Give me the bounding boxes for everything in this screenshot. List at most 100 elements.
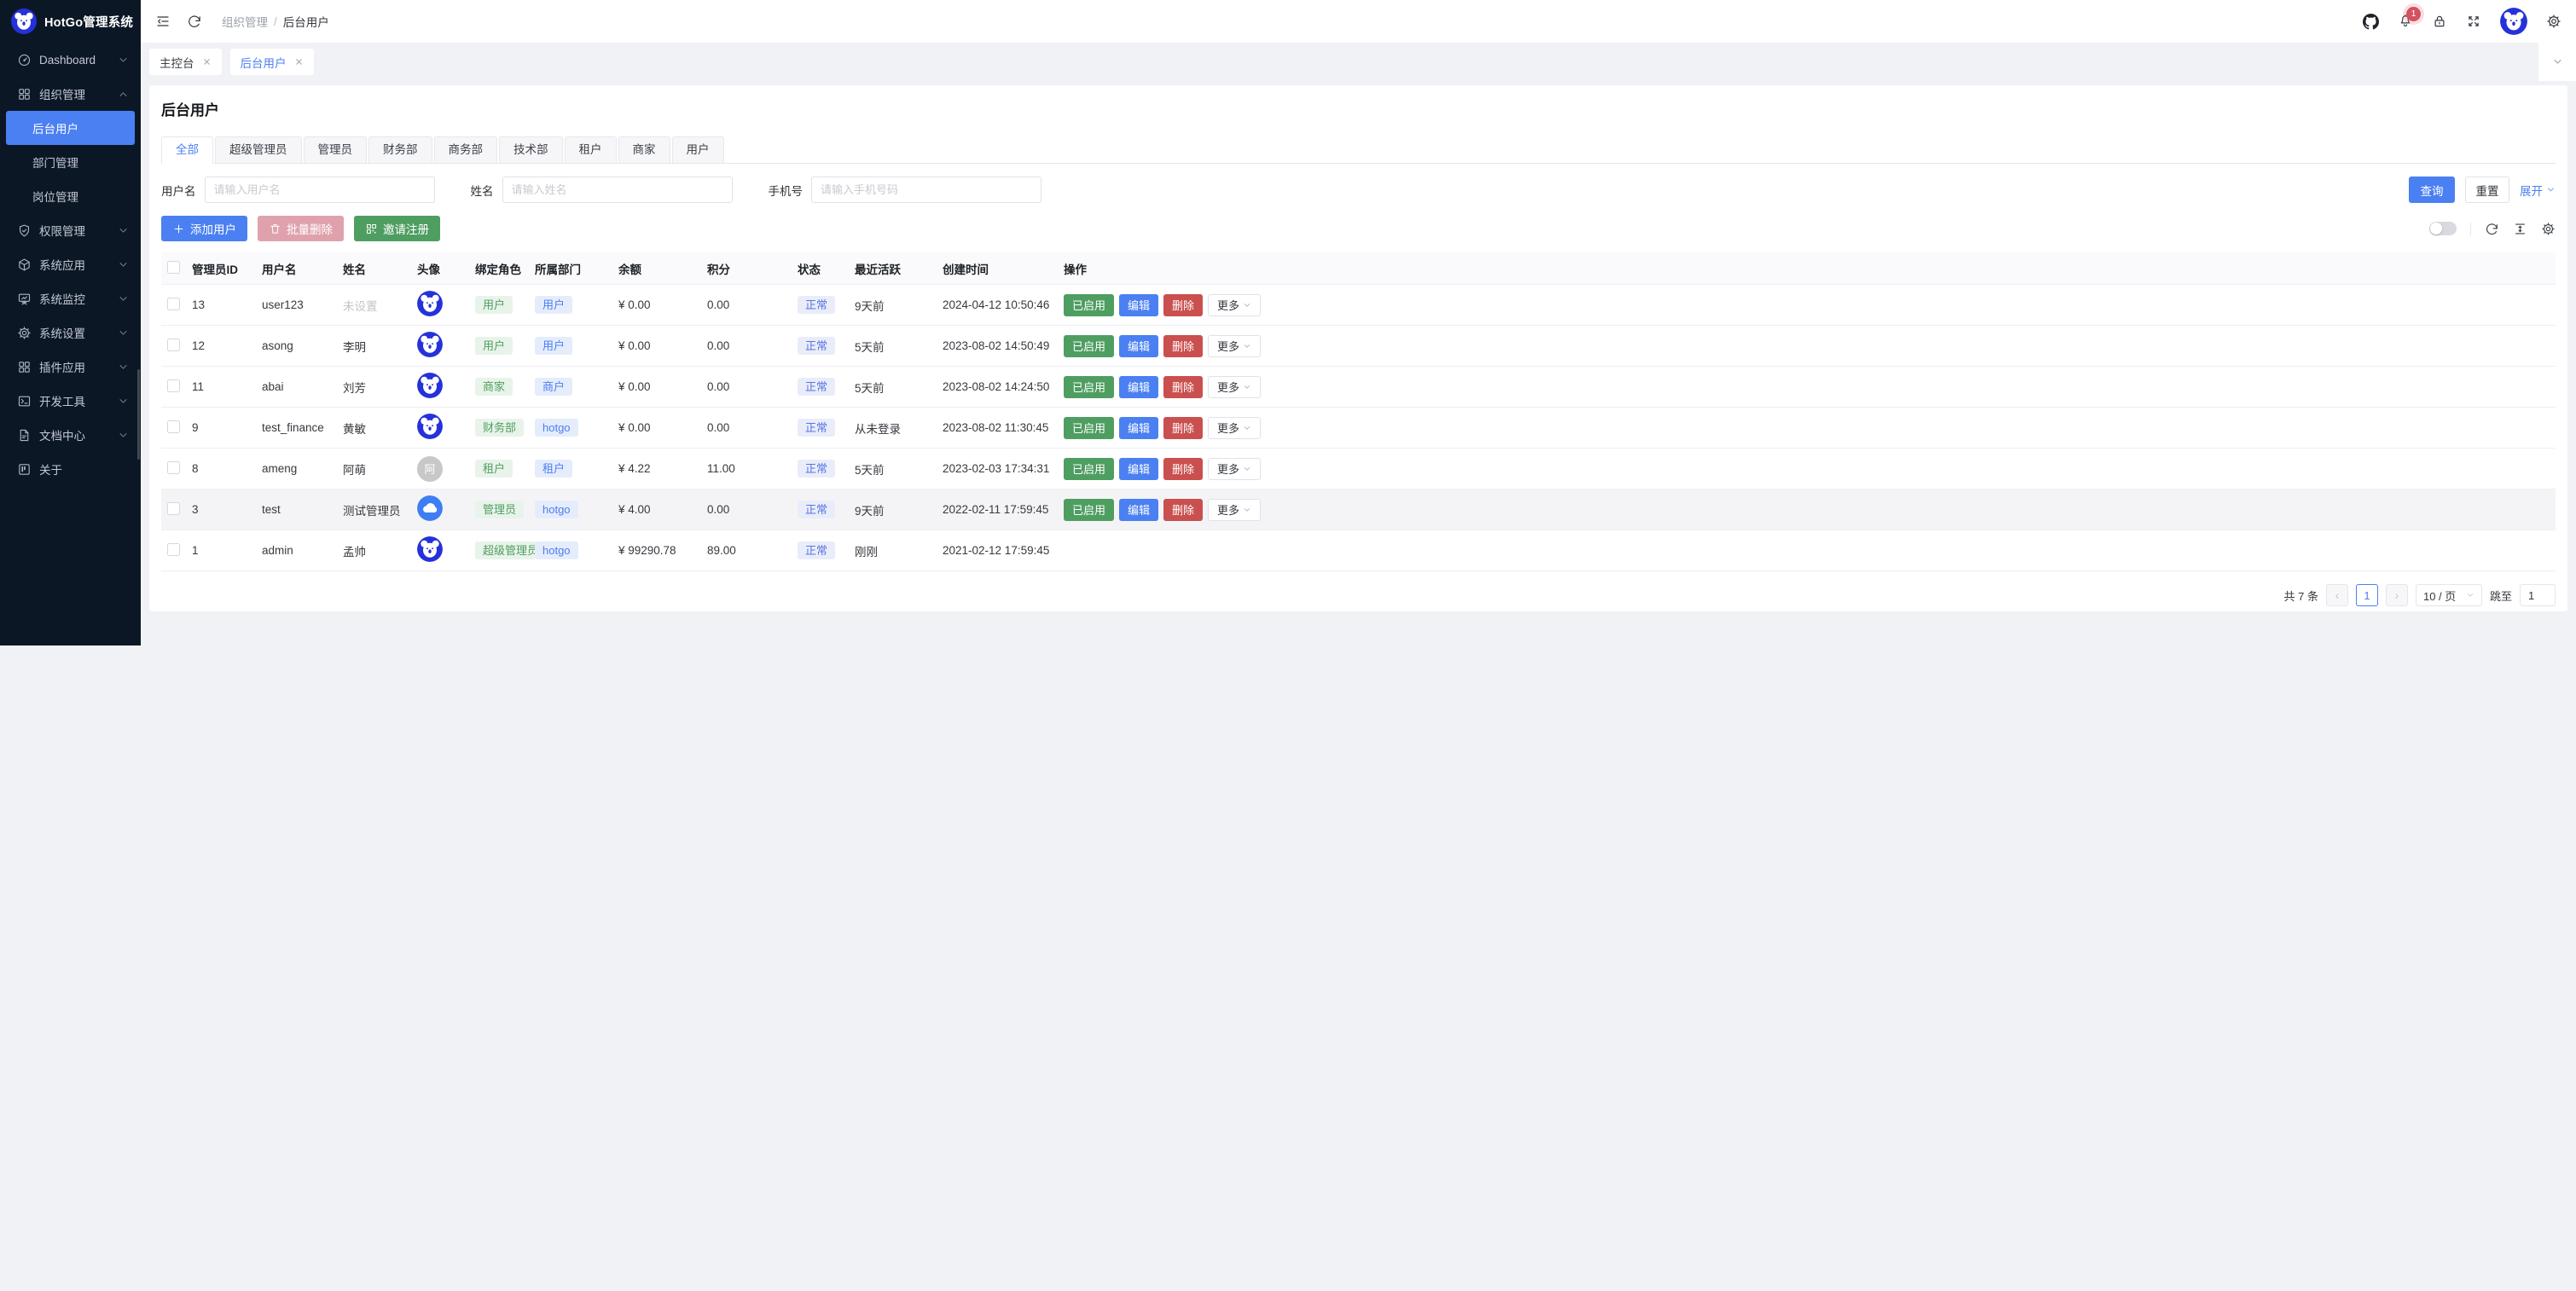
expand-filters-link[interactable]: 展开 xyxy=(2520,182,2556,199)
invite-register-button[interactable]: 邀请注册 xyxy=(354,216,440,241)
collapse-sidebar-icon[interactable] xyxy=(155,14,171,29)
delete-button[interactable]: 删除 xyxy=(1163,376,1203,398)
more-button[interactable]: 更多 xyxy=(1208,458,1261,480)
enabled-status-button[interactable]: 已启用 xyxy=(1064,417,1114,439)
github-icon[interactable] xyxy=(2363,14,2379,30)
more-button[interactable]: 更多 xyxy=(1208,417,1261,439)
more-button[interactable]: 更多 xyxy=(1208,499,1261,521)
row-checkbox[interactable] xyxy=(167,339,180,351)
sidebar-scrollbar[interactable] xyxy=(137,369,141,460)
page-size-select[interactable]: 10 / 页 xyxy=(2416,584,2482,606)
sidebar-item-post[interactable]: 岗位管理 xyxy=(0,179,141,213)
chevron-down-icon xyxy=(2466,591,2474,599)
role-tab[interactable]: 全部 xyxy=(161,136,213,164)
mobile-input[interactable] xyxy=(811,177,1041,203)
username-input[interactable] xyxy=(205,177,435,203)
cell-username: abai xyxy=(262,380,343,393)
breadcrumb-separator: / xyxy=(274,15,277,28)
edit-button[interactable]: 编辑 xyxy=(1119,294,1158,316)
cell-points: 11.00 xyxy=(707,462,798,475)
tab-admin-user[interactable]: 后台用户 xyxy=(230,49,314,75)
reset-button[interactable]: 重置 xyxy=(2465,177,2509,203)
edit-button[interactable]: 编辑 xyxy=(1119,499,1158,521)
sidebar-item-plugin[interactable]: 插件应用 xyxy=(0,350,141,384)
users-table: 管理员ID用户名姓名头像绑定角色所属部门余额积分状态最近活跃创建时间操作 13u… xyxy=(161,252,2556,571)
document-icon xyxy=(17,428,32,443)
sidebar-item-org[interactable]: 组织管理 xyxy=(0,77,141,111)
enabled-status-button[interactable]: 已启用 xyxy=(1064,458,1114,480)
row-checkbox[interactable] xyxy=(167,502,180,515)
settings-gear-icon[interactable] xyxy=(2546,14,2561,29)
jump-page-input[interactable] xyxy=(2520,584,2556,606)
sidebar-item-sysapp[interactable]: 系统应用 xyxy=(0,247,141,281)
cell-admin-id: 1 xyxy=(192,544,262,557)
column-settings-gear-icon[interactable] xyxy=(2541,222,2556,236)
row-checkbox[interactable] xyxy=(167,543,180,556)
role-tab[interactable]: 管理员 xyxy=(304,136,368,164)
select-all-checkbox[interactable] xyxy=(167,261,180,274)
role-tab[interactable]: 用户 xyxy=(672,136,724,164)
current-page-button[interactable]: 1 xyxy=(2356,584,2378,606)
sidebar-item-perm[interactable]: 权限管理 xyxy=(0,213,141,247)
more-button[interactable]: 更多 xyxy=(1208,376,1261,398)
role-tab[interactable]: 商务部 xyxy=(434,136,498,164)
chevron-down-icon xyxy=(1243,342,1251,350)
striped-toggle[interactable] xyxy=(2429,222,2457,235)
user-avatar[interactable] xyxy=(2500,8,2527,35)
cell-points: 0.00 xyxy=(707,298,798,311)
notifications[interactable]: 1 xyxy=(2398,13,2413,31)
more-button[interactable]: 更多 xyxy=(1208,335,1261,357)
edit-button[interactable]: 编辑 xyxy=(1119,376,1158,398)
enabled-status-button[interactable]: 已启用 xyxy=(1064,294,1114,316)
next-page-button[interactable]: › xyxy=(2386,584,2408,606)
edit-button[interactable]: 编辑 xyxy=(1119,458,1158,480)
sidebar-item-about[interactable]: 关于 xyxy=(0,452,141,486)
enabled-status-button[interactable]: 已启用 xyxy=(1064,335,1114,357)
prev-page-button[interactable]: ‹ xyxy=(2326,584,2348,606)
row-checkbox[interactable] xyxy=(167,420,180,433)
role-tab[interactable]: 租户 xyxy=(565,136,617,164)
row-checkbox[interactable] xyxy=(167,461,180,474)
delete-button[interactable]: 删除 xyxy=(1163,499,1203,521)
delete-button[interactable]: 删除 xyxy=(1163,458,1203,480)
delete-button[interactable]: 删除 xyxy=(1163,294,1203,316)
tab-console[interactable]: 主控台 xyxy=(149,49,222,75)
delete-button[interactable]: 删除 xyxy=(1163,335,1203,357)
reload-page-icon[interactable] xyxy=(187,14,202,29)
table-row: 1admin孟帅超级管理员hotgo¥ 99290.7889.00正常刚刚202… xyxy=(161,530,2556,571)
refresh-table-icon[interactable] xyxy=(2485,222,2499,236)
enabled-status-button[interactable]: 已启用 xyxy=(1064,376,1114,398)
sidebar-item-dept[interactable]: 部门管理 xyxy=(0,145,141,179)
row-checkbox[interactable] xyxy=(167,298,180,310)
sidebar-item-sysmon[interactable]: 系统监控 xyxy=(0,281,141,316)
role-tab[interactable]: 商家 xyxy=(618,136,670,164)
edit-button[interactable]: 编辑 xyxy=(1119,417,1158,439)
enabled-status-button[interactable]: 已启用 xyxy=(1064,499,1114,521)
realname-input[interactable] xyxy=(502,177,733,203)
topbar: 组织管理 / 后台用户 1 xyxy=(141,0,2576,43)
edit-button[interactable]: 编辑 xyxy=(1119,335,1158,357)
more-button[interactable]: 更多 xyxy=(1208,294,1261,316)
sidebar-item-sysset[interactable]: 系统设置 xyxy=(0,316,141,350)
breadcrumb-parent[interactable]: 组织管理 xyxy=(222,13,268,30)
sidebar-item-dashboard[interactable]: Dashboard xyxy=(0,43,141,77)
role-tab[interactable]: 超级管理员 xyxy=(215,136,302,164)
sidebar-item-admin-user[interactable]: 后台用户 xyxy=(6,111,135,145)
breadcrumb-current[interactable]: 后台用户 xyxy=(283,13,329,30)
fullscreen-icon[interactable] xyxy=(2466,14,2481,29)
batch-delete-button[interactable]: 批量删除 xyxy=(258,216,344,241)
delete-button[interactable]: 删除 xyxy=(1163,417,1203,439)
lock-screen-icon[interactable] xyxy=(2432,14,2447,29)
app-logo[interactable]: HotGo管理系统 xyxy=(0,0,141,43)
add-user-button[interactable]: 添加用户 xyxy=(161,216,247,241)
koala-avatar xyxy=(417,291,443,316)
role-tab[interactable]: 财务部 xyxy=(368,136,432,164)
row-density-icon[interactable] xyxy=(2513,222,2527,236)
role-tab[interactable]: 技术部 xyxy=(499,136,563,164)
row-checkbox[interactable] xyxy=(167,379,180,392)
tab-options-dropdown[interactable] xyxy=(2538,43,2576,81)
sidebar-item-devtool[interactable]: 开发工具 xyxy=(0,384,141,418)
topbar-right: 1 xyxy=(2363,8,2561,35)
sidebar-item-docs[interactable]: 文档中心 xyxy=(0,418,141,452)
query-button[interactable]: 查询 xyxy=(2409,177,2455,203)
